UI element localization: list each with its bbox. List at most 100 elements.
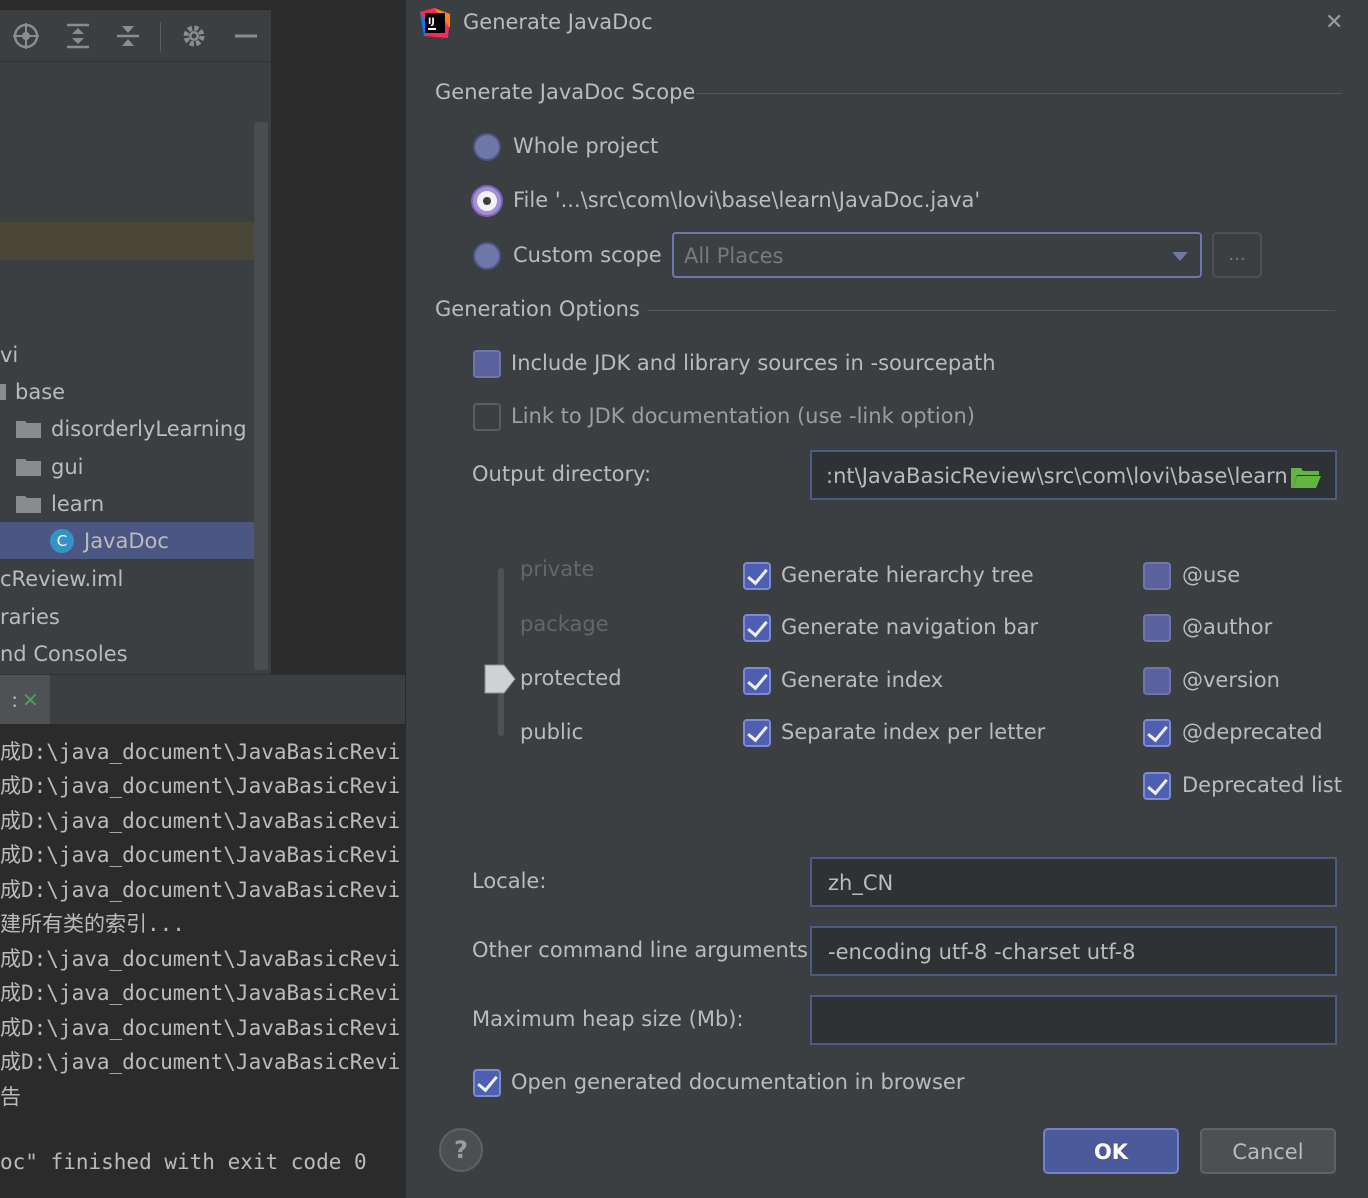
locale-field[interactable]: zh_CN (810, 857, 1337, 907)
use-tag-label[interactable]: @use (1182, 563, 1240, 587)
expand-all-icon[interactable] (62, 20, 94, 52)
scope-section-title: Generate JavaDoc Scope (435, 80, 696, 104)
file-scope-label[interactable]: File '...\src\com\lovi\base\learn\JavaDo… (513, 188, 980, 212)
link-jdk-label[interactable]: Link to JDK documentation (use -link opt… (511, 404, 975, 428)
separate-index-label[interactable]: Separate index per letter (781, 720, 1045, 744)
folder-icon (16, 419, 41, 438)
console-line: 成D:\java_document\JavaBasicRevi (0, 878, 401, 902)
tree-item[interactable]: base (0, 373, 268, 410)
locale-value: zh_CN (828, 871, 894, 895)
heap-size-field[interactable] (810, 995, 1337, 1045)
package-icon (0, 383, 6, 400)
run-tool-header: : ✕ (0, 674, 405, 725)
other-args-field[interactable]: -encoding utf-8 -charset utf-8 (810, 926, 1337, 976)
visibility-private[interactable]: private (520, 557, 594, 581)
whole-project-radio[interactable] (473, 133, 501, 161)
open-browser-checkbox[interactable] (473, 1069, 501, 1097)
hierarchy-tree-checkbox[interactable] (743, 562, 771, 590)
tree-item-label: base (15, 379, 66, 404)
custom-scope-dropdown[interactable]: All Places (672, 232, 1202, 278)
output-directory-field[interactable]: :nt\JavaBasicReview\src\com\lovi\base\le… (810, 450, 1337, 500)
tree-item-label: raries (0, 604, 60, 629)
visibility-protected[interactable]: protected (520, 666, 622, 690)
tree-item[interactable]: cReview.iml (0, 560, 268, 597)
tree-item-label: JavaDoc (84, 528, 169, 553)
run-console: 成D:\java_document\JavaBasicRevi 成D:\java… (0, 724, 405, 1198)
custom-scope-radio[interactable] (473, 242, 501, 270)
ok-button[interactable]: OK (1043, 1128, 1179, 1174)
cancel-button[interactable]: Cancel (1200, 1128, 1336, 1174)
tree-item-selected[interactable]: C JavaDoc (0, 522, 268, 559)
locale-label: Locale: (472, 869, 547, 893)
whole-project-text: Whole project (513, 134, 659, 158)
navigation-bar-checkbox[interactable] (743, 614, 771, 642)
custom-scope-label[interactable]: Custom scope (513, 243, 662, 267)
tree-item[interactable]: disorderlyLearning (0, 410, 268, 447)
toolbar-separator (160, 22, 161, 52)
include-jdk-checkbox[interactable] (473, 350, 501, 378)
console-line: 成D:\java_document\JavaBasicRevi (0, 740, 401, 764)
highlighted-tree-row (0, 222, 268, 260)
section-divider (696, 93, 1342, 94)
output-directory-label: Output directory: (472, 462, 652, 486)
generate-index-checkbox[interactable] (743, 667, 771, 695)
logo-text: IJ (428, 17, 435, 27)
version-tag-checkbox[interactable] (1143, 667, 1171, 695)
author-tag-label[interactable]: @author (1182, 615, 1272, 639)
console-line: 成D:\java_document\JavaBasicRevi (0, 774, 401, 798)
tree-item[interactable]: learn (0, 485, 268, 522)
include-jdk-label[interactable]: Include JDK and library sources in -sour… (511, 351, 996, 375)
project-tool-window: vi base disorderlyLearning gui learn C J… (0, 10, 272, 674)
deprecated-list-label[interactable]: Deprecated list (1182, 773, 1342, 797)
deprecated-tag-checkbox[interactable] (1143, 719, 1171, 747)
tree-item[interactable]: vi (0, 336, 268, 373)
folder-open-icon[interactable] (1291, 466, 1321, 488)
deprecated-list-checkbox[interactable] (1143, 772, 1171, 800)
folder-icon (16, 457, 41, 476)
tree-item-label: gui (51, 454, 84, 479)
ide-background: vi base disorderlyLearning gui learn C J… (0, 0, 405, 1198)
navigation-bar-label[interactable]: Generate navigation bar (781, 615, 1038, 639)
visibility-package[interactable]: package (520, 612, 609, 636)
generate-javadoc-dialog: IJ Generate JavaDoc ✕ Generate JavaDoc S… (405, 0, 1368, 1198)
whole-project-label[interactable]: Whole project (513, 134, 658, 158)
console-line: 成D:\java_document\JavaBasicRevi (0, 1016, 401, 1040)
link-jdk-checkbox[interactable] (473, 403, 501, 431)
visibility-public[interactable]: public (520, 720, 583, 744)
visibility-slider-track[interactable] (498, 568, 504, 736)
deprecated-tag-label[interactable]: @deprecated (1182, 720, 1323, 744)
close-icon[interactable]: ✕ (1325, 10, 1343, 35)
section-divider (647, 310, 1335, 311)
tree-item[interactable]: nd Consoles (0, 635, 268, 672)
console-line: 建所有类的索引... (0, 912, 185, 936)
close-icon[interactable]: ✕ (22, 688, 39, 712)
open-browser-label[interactable]: Open generated documentation in browser (511, 1070, 964, 1094)
console-line: 成D:\java_document\JavaBasicRevi (0, 1050, 401, 1074)
generate-index-label[interactable]: Generate index (781, 668, 943, 692)
gear-icon[interactable] (178, 20, 210, 52)
tree-item[interactable]: raries (0, 598, 268, 635)
browse-scope-button[interactable]: ... (1212, 232, 1262, 278)
project-toolbar (0, 10, 272, 62)
scrollbar[interactable] (254, 122, 268, 670)
tree-item[interactable]: gui (0, 448, 268, 485)
version-tag-label[interactable]: @version (1182, 668, 1280, 692)
folder-icon (16, 494, 41, 513)
tree-item-label: vi (0, 342, 19, 367)
java-class-icon: C (50, 528, 74, 553)
tree-item-label: disorderlyLearning (51, 416, 247, 441)
heap-size-label: Maximum heap size (Mb): (472, 1007, 744, 1031)
hide-icon[interactable] (230, 20, 262, 52)
tree-item-label: cReview.iml (0, 566, 124, 591)
run-tab[interactable]: : ✕ (0, 675, 50, 725)
separate-index-checkbox[interactable] (743, 719, 771, 747)
file-scope-radio[interactable] (473, 187, 501, 215)
author-tag-checkbox[interactable] (1143, 614, 1171, 642)
hierarchy-tree-label[interactable]: Generate hierarchy tree (781, 563, 1034, 587)
help-button[interactable]: ? (439, 1128, 483, 1172)
use-tag-checkbox[interactable] (1143, 562, 1171, 590)
collapse-all-icon[interactable] (112, 20, 144, 52)
other-args-label: Other command line arguments: (472, 938, 816, 962)
visibility-slider-thumb[interactable] (484, 664, 516, 694)
locate-icon[interactable] (10, 20, 42, 52)
